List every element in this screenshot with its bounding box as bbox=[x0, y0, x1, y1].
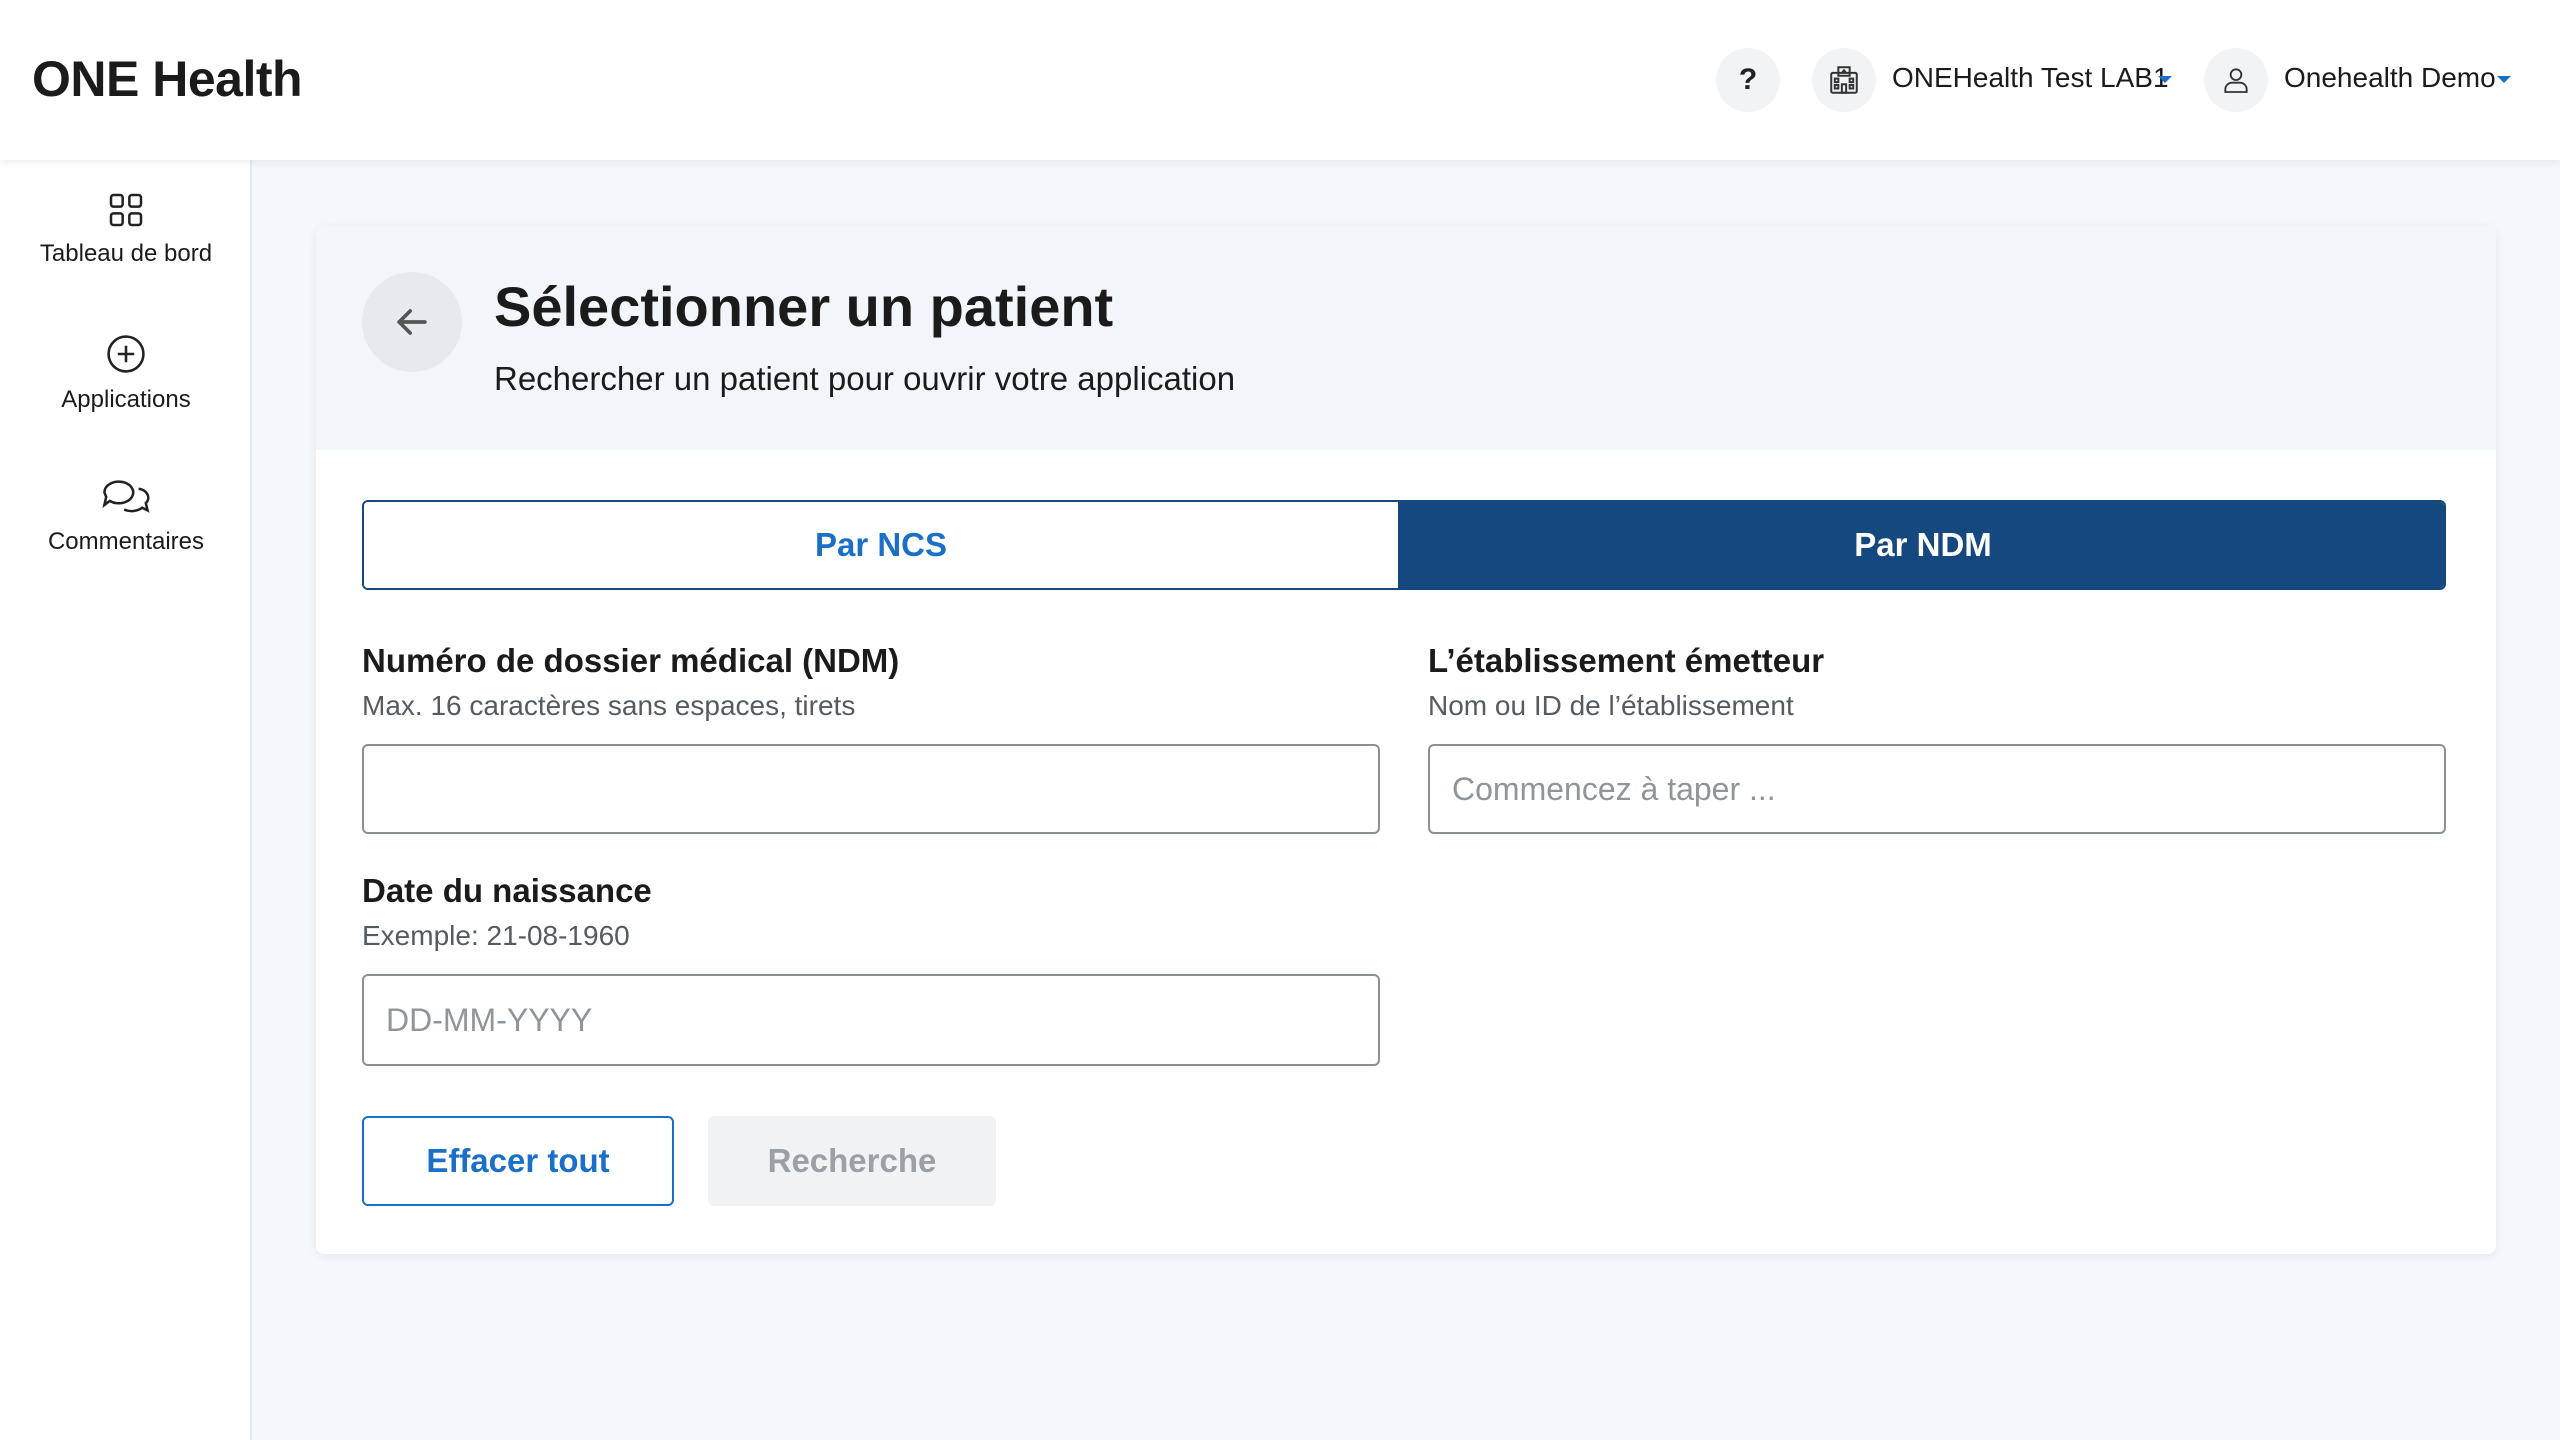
lab-selector-label[interactable]: ONEHealth Test LAB1 bbox=[1892, 62, 2169, 94]
clear-all-button[interactable]: Effacer tout bbox=[362, 1116, 674, 1206]
dob-label: Date du naissance bbox=[362, 872, 652, 909]
sidebar-item-label: Commentaires bbox=[47, 528, 205, 555]
page-subtitle: Rechercher un patient pour ouvrir votre … bbox=[494, 360, 1236, 397]
sidebar-item-applications[interactable]: Applications bbox=[0, 332, 252, 414]
user-caret-down-icon[interactable] bbox=[2497, 76, 2511, 83]
plus-circle-icon bbox=[107, 335, 145, 373]
help-icon: ? bbox=[1738, 63, 1758, 96]
help-button[interactable]: ? bbox=[1716, 48, 1780, 112]
sidebar-item-label: Applications bbox=[61, 386, 191, 413]
brand-logo: ONE Health bbox=[32, 51, 303, 107]
patient-search-card: Sélectionner un patient Rechercher un pa… bbox=[316, 226, 2496, 1254]
sidebar-item-tableau-de-bord[interactable]: Tableau de bord bbox=[0, 190, 252, 268]
tab-par-ncs[interactable]: Par NCS bbox=[364, 502, 1398, 588]
user-icon bbox=[2224, 68, 2248, 93]
dob-hint: Exemple: 21-08-1960 bbox=[362, 920, 630, 951]
user-menu-icon-button[interactable] bbox=[2204, 48, 2268, 112]
issuer-label: L’établissement émetteur bbox=[1428, 642, 1825, 679]
sidebar: Tableau de bord Applications Commentaire… bbox=[0, 160, 252, 1440]
page-title: Sélectionner un patient bbox=[494, 275, 1114, 338]
issuer-input[interactable] bbox=[1428, 744, 2446, 834]
grid-icon bbox=[109, 193, 143, 227]
ndm-hint: Max. 16 caractères sans espaces, tirets bbox=[362, 690, 856, 721]
top-header: ONE Health ? ONEHealth Test LAB1 Oneheal… bbox=[0, 0, 2560, 160]
ndm-label: Numéro de dossier médical (NDM) bbox=[362, 642, 900, 679]
ndm-input[interactable] bbox=[362, 744, 1380, 834]
search-mode-toggle: Par NCS Par NDM bbox=[362, 500, 2446, 590]
chat-bubbles-icon bbox=[102, 480, 150, 513]
lab-selector-icon-button[interactable] bbox=[1812, 48, 1876, 112]
hospital-icon bbox=[1830, 66, 1858, 94]
user-menu-label[interactable]: Onehealth Demo bbox=[2284, 62, 2496, 94]
sidebar-item-label: Tableau de bord bbox=[39, 240, 213, 267]
lab-caret-down-icon[interactable] bbox=[2158, 76, 2172, 83]
back-button[interactable] bbox=[362, 272, 462, 372]
tab-par-ndm[interactable]: Par NDM bbox=[1398, 502, 2444, 588]
issuer-hint: Nom ou ID de l’établissement bbox=[1428, 690, 1794, 721]
dob-input[interactable] bbox=[362, 974, 1380, 1066]
card-header: Sélectionner un patient Rechercher un pa… bbox=[316, 226, 2496, 450]
search-button[interactable]: Recherche bbox=[708, 1116, 996, 1206]
sidebar-item-commentaires[interactable]: Commentaires bbox=[0, 474, 252, 556]
arrow-left-icon bbox=[397, 309, 427, 335]
